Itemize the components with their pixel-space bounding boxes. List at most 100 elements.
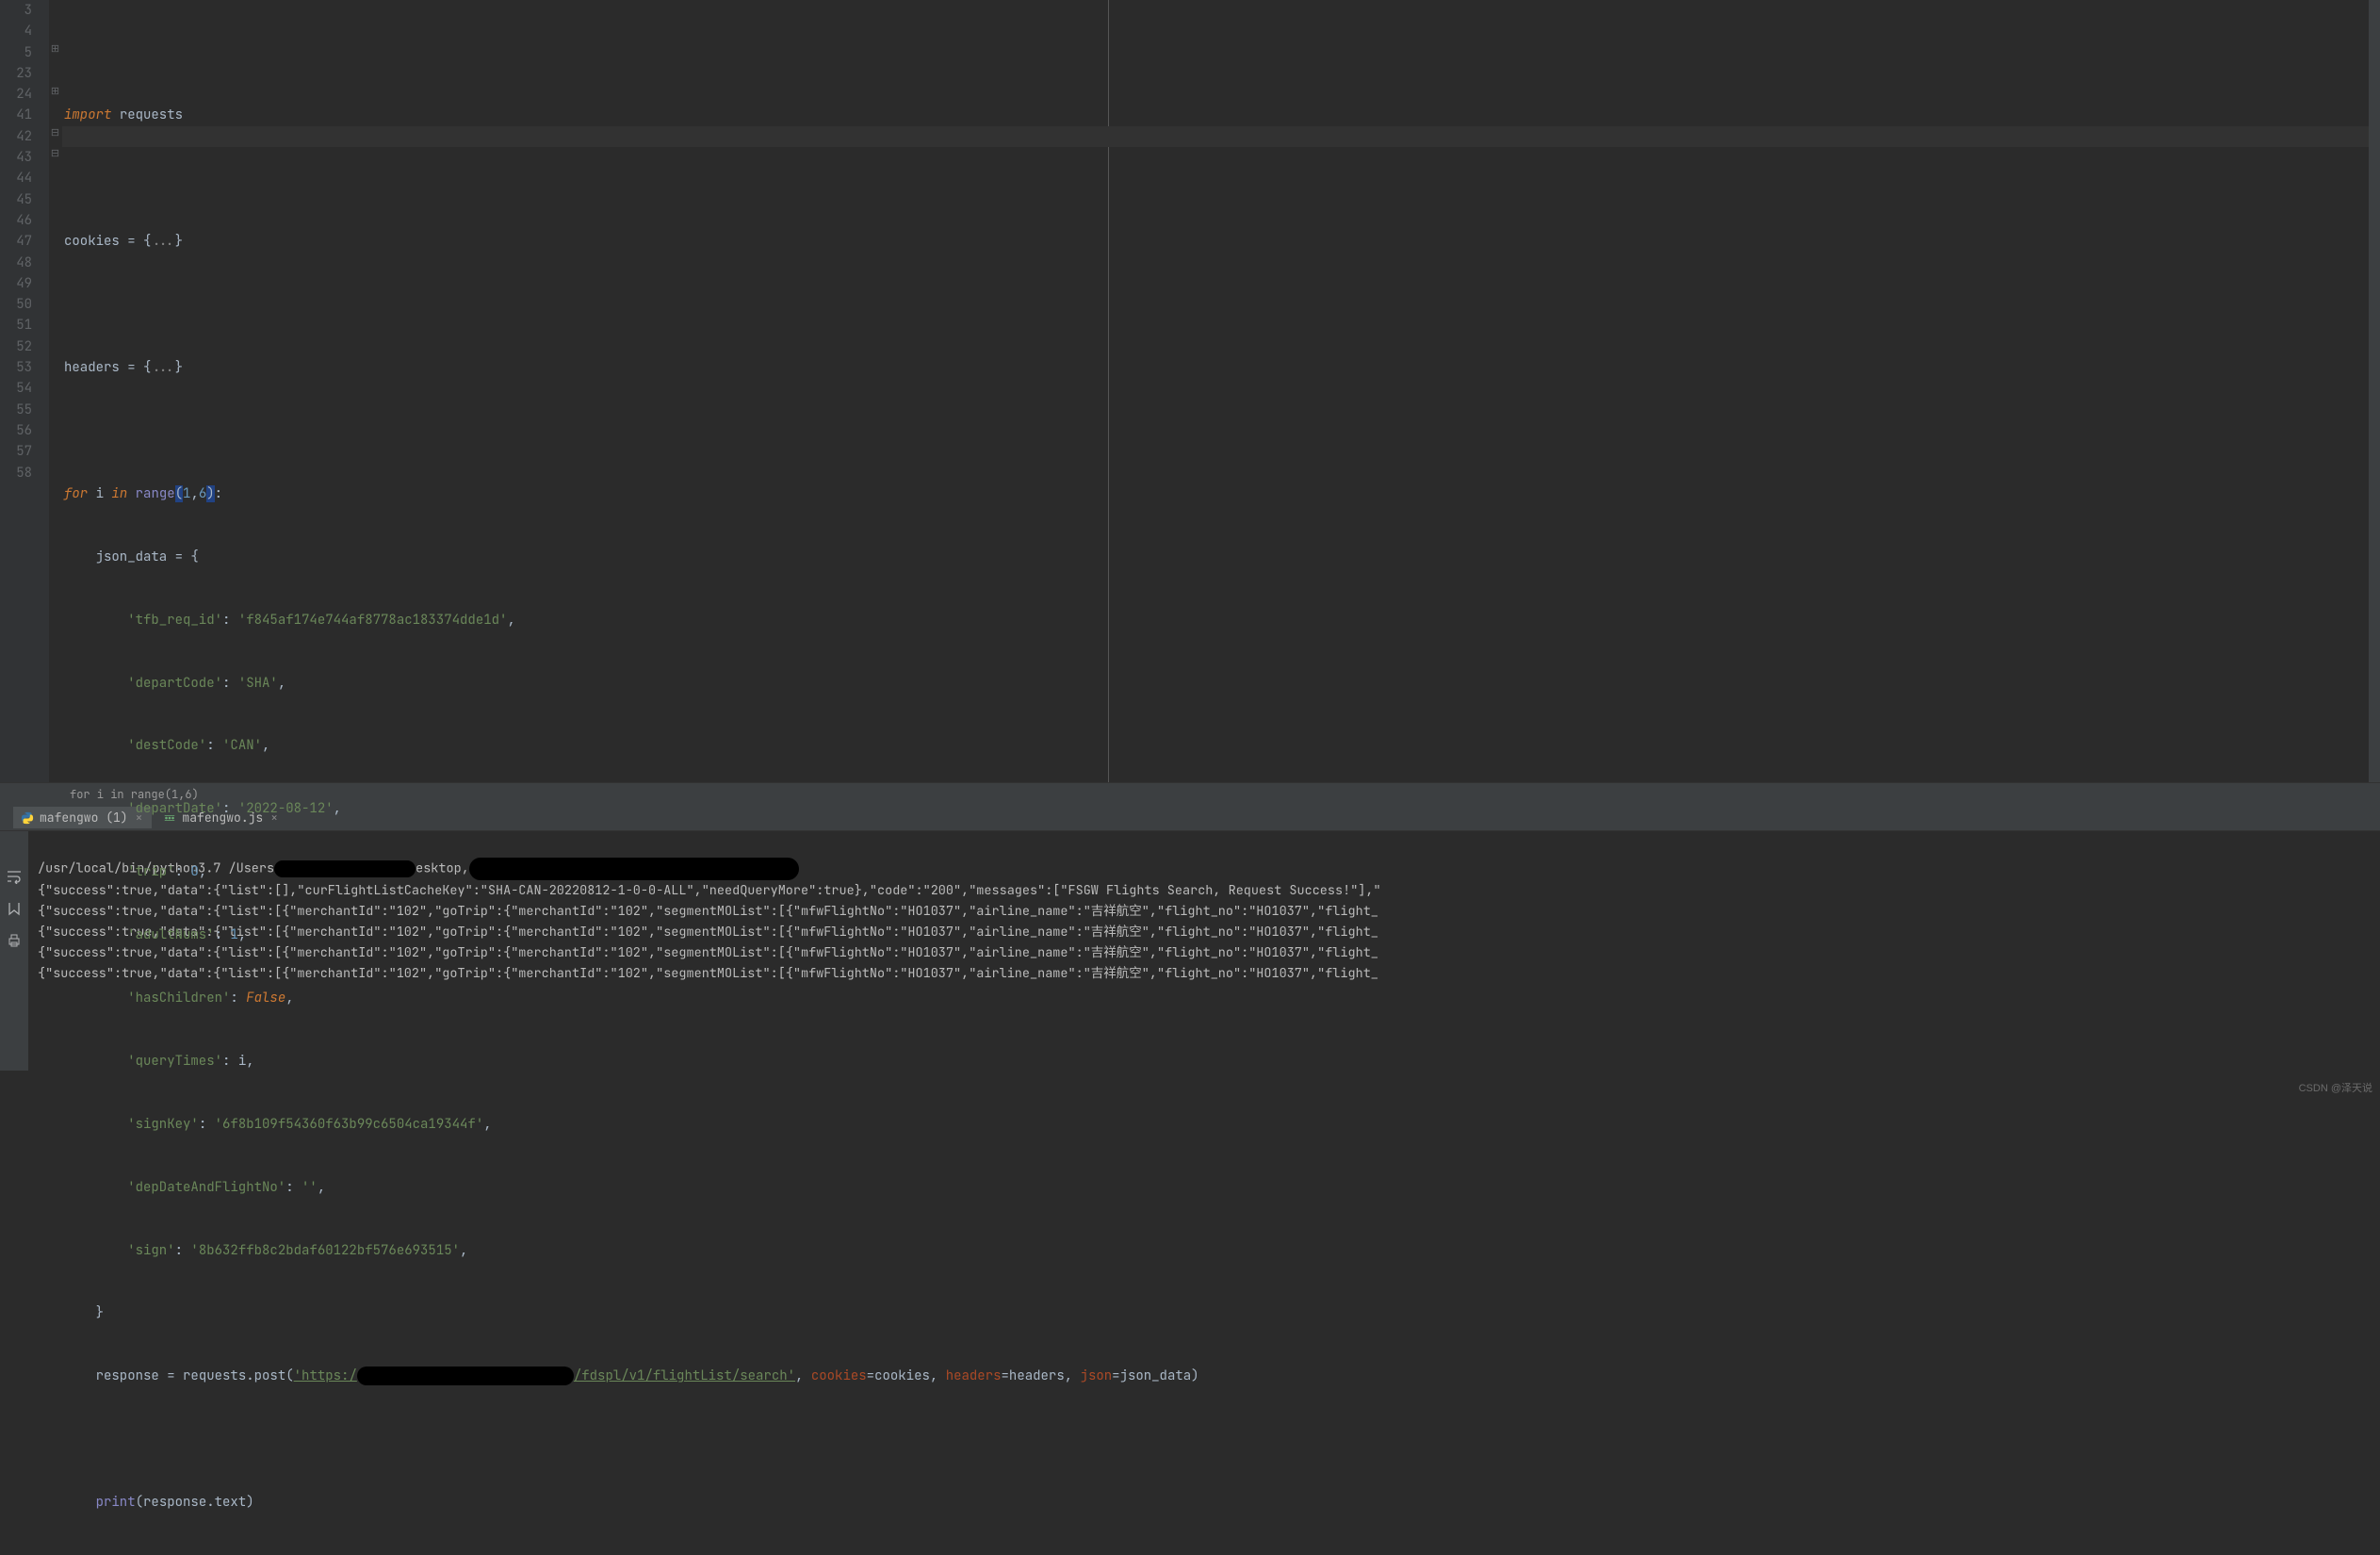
line-number: 23 (0, 63, 32, 84)
dict-key: 'depDateAndFlightNo' (127, 1179, 285, 1196)
line-number: 53 (0, 357, 32, 378)
code-line[interactable]: import requests (64, 105, 2380, 125)
line-number: 45 (0, 189, 32, 210)
watermark: CSDN @泽天说 (2299, 1080, 2372, 1095)
soft-wrap-icon[interactable] (7, 869, 22, 884)
fold-collapse-icon[interactable]: ⊟ (50, 147, 60, 160)
code-line[interactable]: 'departCode': 'SHA', (64, 673, 2380, 694)
code-line[interactable] (64, 420, 2380, 441)
number: 1 (230, 926, 237, 943)
variable: json_data (96, 548, 168, 565)
code-line[interactable]: print(response.text) (64, 1492, 2380, 1513)
builtin: print (96, 1494, 136, 1511)
method: post (254, 1367, 286, 1384)
line-number: 42 (0, 126, 32, 147)
line-number: 3 (0, 0, 32, 21)
line-number: 43 (0, 147, 32, 168)
keyword: for (64, 485, 88, 502)
bracket: ( (175, 485, 183, 502)
current-line-highlight (62, 126, 2380, 147)
dict-key: 'queryTimes' (127, 1053, 222, 1070)
print-icon[interactable] (7, 933, 22, 948)
console-line: {"success":true,"data":{"list":[{"mercha… (38, 965, 1378, 982)
line-number: 5 (0, 42, 32, 63)
line-gutter: 3 4 5 23 24 41 42 43 44 45 46 47 48 49 5… (0, 0, 49, 782)
code-line[interactable]: 'signKey': '6f8b109f54360f63b99c6504ca19… (64, 1114, 2380, 1135)
python-icon (21, 811, 34, 825)
dict-key: 'hasChildren' (127, 990, 230, 1007)
code-line[interactable]: 'departDate': '2022-08-12', (64, 798, 2380, 819)
fold-collapse-icon[interactable]: ⊟ (50, 126, 60, 139)
dict-key: 'tfb_req_id' (127, 612, 222, 629)
redacted-url (357, 1367, 574, 1385)
code-line[interactable]: 'tfb_req_id': 'f845af174e744af8778ac1833… (64, 610, 2380, 630)
line-number: 56 (0, 420, 32, 441)
string: '2022-08-12' (238, 800, 334, 817)
line-number: 49 (0, 273, 32, 294)
code-line[interactable]: 'sign': '8b632ffb8c2bdaf60122bf576e69351… (64, 1240, 2380, 1261)
folded-text[interactable]: ... (151, 233, 174, 250)
bracket: ) (206, 485, 214, 502)
line-number: 48 (0, 253, 32, 273)
line-number: 55 (0, 400, 32, 420)
editor-pane: 3 4 5 23 24 41 42 43 44 45 46 47 48 49 5… (0, 0, 2380, 782)
string: 'f845af174e744af8778ac183374dde1d' (238, 612, 508, 629)
fold-expand-icon[interactable]: ⊞ (50, 42, 60, 56)
redacted-path (469, 858, 799, 880)
module: requests (120, 106, 183, 123)
line-number: 44 (0, 168, 32, 188)
console-line: {"success":true,"data":{"list":[{"mercha… (38, 903, 1378, 920)
number: 0 (190, 863, 198, 880)
line-number: 4 (0, 21, 32, 41)
url-string: 'https:/ (294, 1367, 357, 1384)
param: json (1081, 1367, 1113, 1384)
scroll-end-icon[interactable] (7, 901, 22, 916)
keyword: False (246, 990, 285, 1007)
builtin: range (136, 485, 175, 502)
code-line[interactable]: 'depDateAndFlightNo': '', (64, 1177, 2380, 1198)
dict-key: 'signKey' (127, 1116, 199, 1133)
string: 'CAN' (222, 737, 262, 754)
fold-column: ⊞ ⊞ ⊟ ⊟ (49, 0, 62, 782)
redacted-path (274, 860, 416, 877)
code-line[interactable]: for i in range(1,6): (64, 483, 2380, 504)
string: '6f8b109f54360f63b99c6504ca19344f' (215, 1116, 484, 1133)
variable: response (96, 1367, 159, 1384)
string: '8b632ffb8c2bdaf60122bf576e693515' (190, 1242, 460, 1259)
code-line[interactable]: 'destCode': 'CAN', (64, 735, 2380, 756)
code-line[interactable]: response = requests.post('https://fdspl/… (64, 1366, 2380, 1386)
code-line[interactable]: } (64, 1302, 2380, 1323)
string: '' (302, 1179, 318, 1196)
console-output[interactable]: /usr/local/bin/python3.7 /Usersesktop, {… (28, 831, 2380, 1071)
margin-guide (1108, 0, 1109, 782)
console-toolbar (0, 831, 28, 1071)
code-area[interactable]: import requests cookies = {...} headers … (62, 0, 2380, 782)
fold-expand-icon[interactable]: ⊞ (50, 85, 60, 98)
console-line: {"success":true,"data":{"list":[],"curFl… (38, 882, 1381, 899)
variable: i (238, 1053, 246, 1070)
line-number: 54 (0, 378, 32, 399)
dict-key: 'departCode' (127, 675, 222, 692)
code-line[interactable] (64, 168, 2380, 188)
code-line[interactable]: headers = {...} (64, 357, 2380, 378)
code-line[interactable]: json_data = { (64, 547, 2380, 567)
line-number: 57 (0, 441, 32, 462)
number: 6 (199, 485, 206, 502)
folded-text[interactable]: ... (151, 359, 174, 376)
keyword: in (111, 485, 127, 502)
variable: cookies (64, 233, 120, 250)
right-gutter[interactable] (2369, 0, 2380, 782)
dict-key: 'sign' (127, 1242, 174, 1259)
dict-key: 'destCode' (127, 737, 206, 754)
console-pane: /usr/local/bin/python3.7 /Usersesktop, {… (0, 831, 2380, 1071)
url-string: /fdspl/v1/flightList/search' (574, 1367, 795, 1384)
console-line: {"success":true,"data":{"list":[{"mercha… (38, 944, 1378, 961)
param: headers (946, 1367, 1002, 1384)
code-line[interactable] (64, 1429, 2380, 1449)
code-line[interactable]: cookies = {...} (64, 231, 2380, 252)
keyword: import (64, 106, 111, 123)
line-number: 47 (0, 231, 32, 252)
line-number: 51 (0, 315, 32, 336)
code-line[interactable] (64, 294, 2380, 315)
line-number: 58 (0, 463, 32, 483)
